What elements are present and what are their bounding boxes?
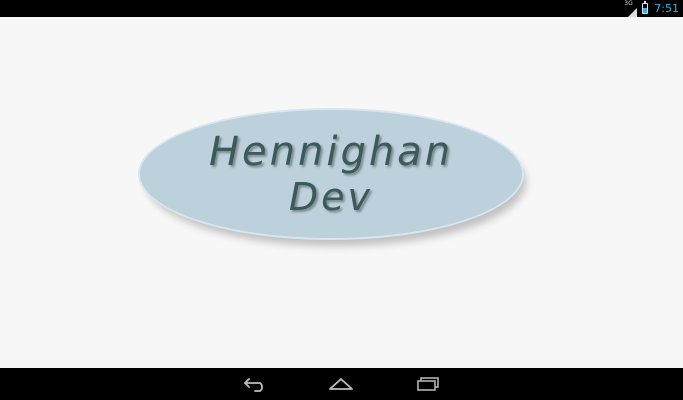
back-icon bbox=[244, 378, 263, 392]
device-screen: 3G 7:51 Hennighan Dev bbox=[0, 0, 683, 400]
recent-apps-button[interactable] bbox=[408, 372, 448, 396]
logo-line-2: Dev bbox=[288, 175, 374, 219]
status-bar: 3G 7:51 bbox=[0, 0, 683, 18]
logo: Hennighan Dev bbox=[138, 108, 530, 246]
navigation-bar bbox=[0, 368, 683, 400]
recent-apps-icon bbox=[417, 377, 439, 391]
network-type-label: 3G bbox=[624, 0, 633, 7]
battery-icon bbox=[642, 1, 649, 14]
logo-text: Hennighan Dev bbox=[138, 108, 524, 240]
home-button[interactable] bbox=[321, 372, 361, 396]
logo-line-1: Hennighan bbox=[208, 129, 454, 175]
battery-level bbox=[643, 7, 648, 13]
status-icons: 3G 7:51 bbox=[624, 0, 679, 18]
home-icon bbox=[329, 378, 353, 390]
clock: 7:51 bbox=[654, 2, 679, 15]
signal-icon: 3G bbox=[624, 0, 638, 18]
back-button[interactable] bbox=[236, 372, 276, 396]
splash-content: Hennighan Dev bbox=[0, 17, 683, 368]
